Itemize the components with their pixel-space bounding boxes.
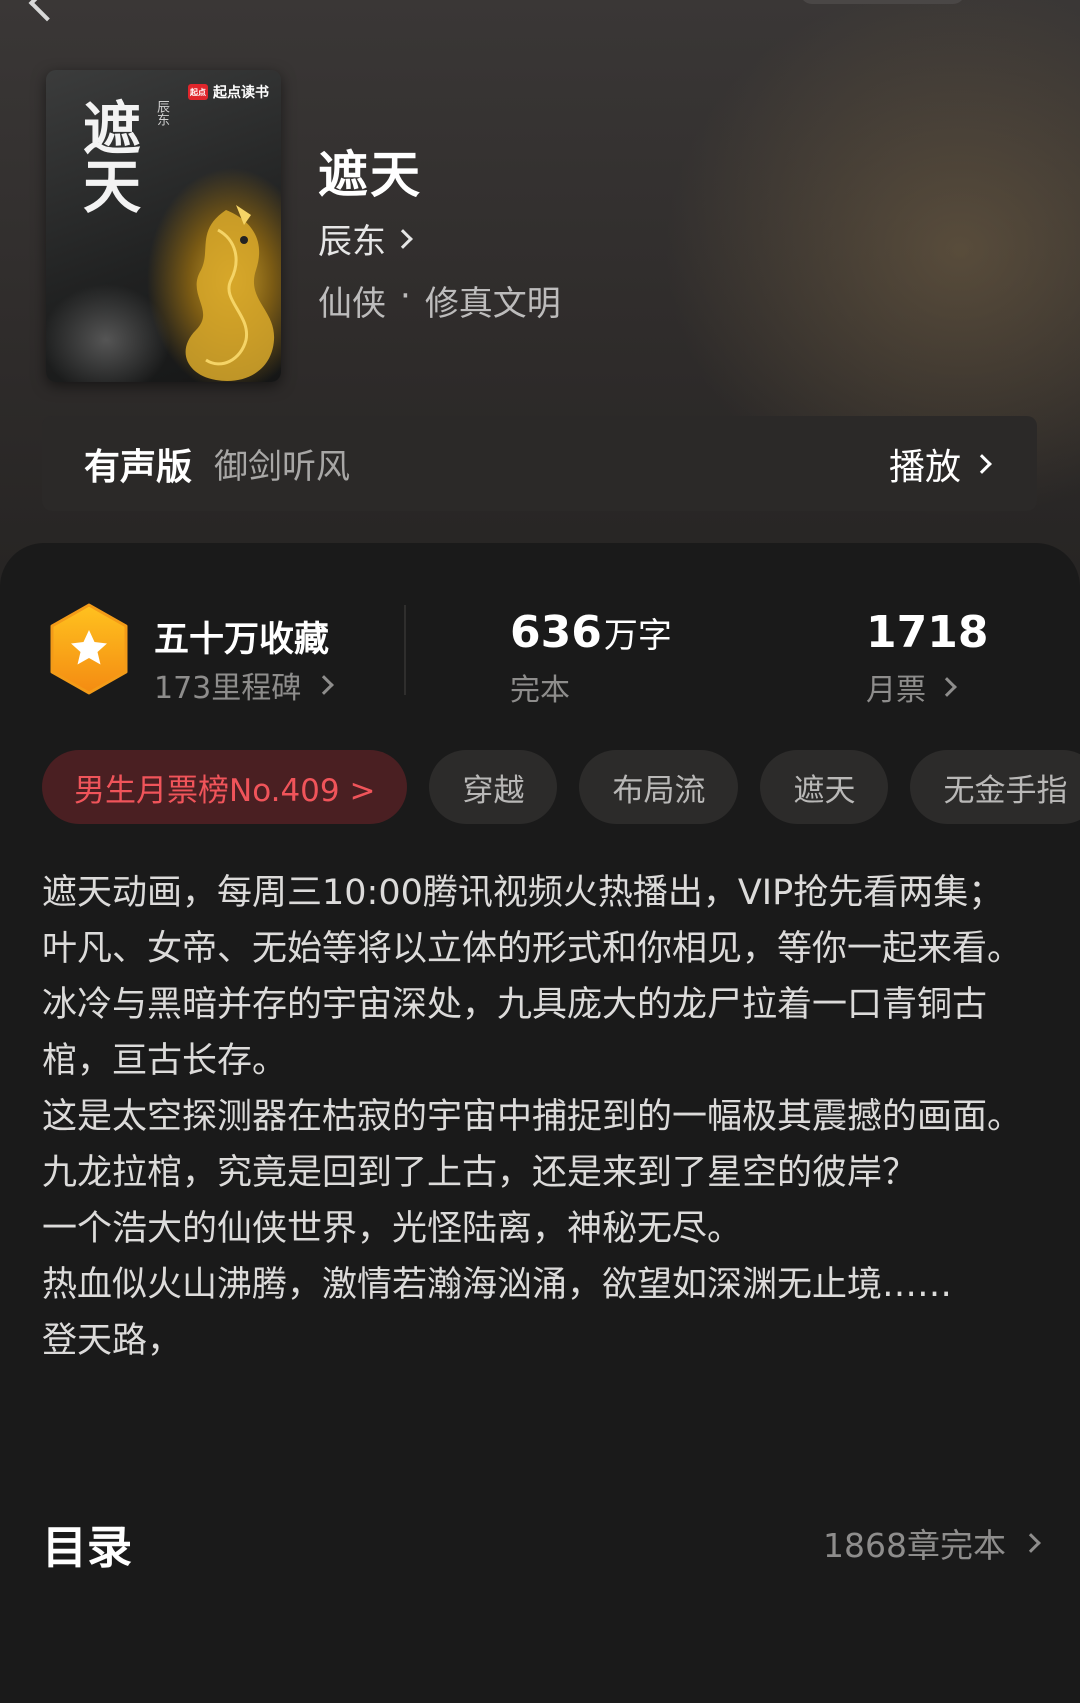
milestones-label: 173里程碑 — [154, 671, 302, 706]
description-paragraph: 这是太空探测器在枯寂的宇宙中捕捉到的一幅极其震撼的画面。 — [42, 1097, 1023, 1137]
genre-separator: · — [400, 276, 411, 316]
back-arrow-icon[interactable] — [28, 0, 66, 22]
milestones-link[interactable]: 173里程碑 — [154, 663, 335, 707]
tag-chip[interactable]: 布局流 — [579, 750, 739, 824]
book-title: 遮天 — [318, 146, 422, 204]
genre-info: 仙侠 · 修真文明 — [318, 276, 561, 325]
word-count-unit: 万字 — [603, 616, 672, 656]
stats-divider — [404, 605, 406, 695]
cover-brand: 起点 起点读书 — [188, 80, 269, 104]
cover-author: 辰东 — [154, 100, 169, 126]
chevron-right-icon — [1021, 1533, 1041, 1553]
audio-version-bar[interactable]: 有声版 御剑听风 播放 — [42, 416, 1037, 511]
tag-chip[interactable]: 穿越 — [429, 750, 558, 824]
word-count: 636万字 — [510, 607, 672, 658]
description-paragraph: 冰冷与黑暗并存的宇宙深处，九具庞大的龙尸拉着一口青铜古棺，亘古长存。 — [42, 985, 988, 1081]
book-status: 完本 — [510, 673, 570, 708]
monthly-votes-label: 月票 — [866, 673, 926, 708]
description-paragraph: 一个浩大的仙侠世界，光怪陆离，神秘无尽。 — [42, 1209, 743, 1249]
toc-chapter-count[interactable]: 1868章完本 — [823, 1519, 1041, 1567]
top-action-pill[interactable] — [800, 0, 965, 4]
cover-brand-label: 起点读书 — [213, 85, 269, 101]
subgenre[interactable]: 修真文明 — [425, 276, 561, 325]
author-name: 辰东 — [318, 222, 386, 262]
audio-play-button[interactable]: 播放 — [888, 438, 992, 490]
tag-row: 男生月票榜No.409 > 穿越 布局流 遮天 无金手指 — [42, 750, 1080, 824]
monthly-votes-link[interactable]: 月票 — [866, 665, 957, 709]
description-paragraph: 遮天动画，每周三10:00腾讯视频火热播出，VIP抢先看两集；叶凡、女帝、无始等… — [42, 873, 1023, 969]
cover-title: 遮天 — [73, 98, 141, 214]
description-paragraph: 九龙拉棺，究竟是回到了上古，还是来到了星空的彼岸？ — [42, 1153, 918, 1193]
audio-label: 有声版 — [84, 446, 193, 488]
tag-chip[interactable]: 无金手指 — [910, 750, 1080, 824]
description-paragraph: 登天路， — [42, 1321, 183, 1361]
stats-row: 五十万收藏 173里程碑 636万字 完本 1718 月票 — [0, 593, 1080, 713]
favorites-count: 五十万收藏 — [154, 620, 330, 660]
chevron-right-icon — [393, 228, 413, 249]
star-hexagon-icon — [50, 603, 128, 695]
word-count-value: 636 — [510, 607, 602, 658]
genre[interactable]: 仙侠 — [318, 276, 386, 325]
book-cover[interactable]: 起点 起点读书 遮天 辰东 — [46, 70, 281, 382]
audio-narrator: 御剑听风 — [214, 447, 351, 487]
book-detail-card: 五十万收藏 173里程碑 636万字 完本 1718 月票 男生月票榜No.40… — [0, 543, 1080, 1703]
tag-chip[interactable]: 遮天 — [760, 750, 889, 824]
book-description[interactable]: 遮天动画，每周三10:00腾讯视频火热播出，VIP抢先看两集；叶凡、女帝、无始等… — [42, 865, 1032, 1369]
author-link[interactable]: 辰东 — [318, 214, 413, 263]
toc-count-label: 1868章完本 — [823, 1526, 1006, 1565]
description-paragraph: 热血似火山沸腾，激情若瀚海汹涌，欲望如深渊无止境…… — [42, 1265, 953, 1305]
brand-logo-icon: 起点 — [188, 84, 208, 100]
book-header: 起点 起点读书 遮天 辰东 遮天 辰东 仙侠 · 修真文明 有声版 御剑听风 播… — [0, 0, 1080, 600]
table-of-contents-row[interactable]: 目录 1868章完本 — [42, 1511, 1041, 1581]
chevron-right-icon — [972, 453, 992, 474]
monthly-votes-count: 1718 — [866, 607, 989, 658]
toc-title: 目录 — [42, 1521, 133, 1574]
chevron-right-icon — [937, 677, 957, 697]
rank-tag[interactable]: 男生月票榜No.409 > — [42, 750, 408, 824]
chevron-right-icon — [314, 675, 335, 695]
audio-play-label: 播放 — [888, 446, 961, 488]
dragon-illustration — [185, 205, 275, 381]
